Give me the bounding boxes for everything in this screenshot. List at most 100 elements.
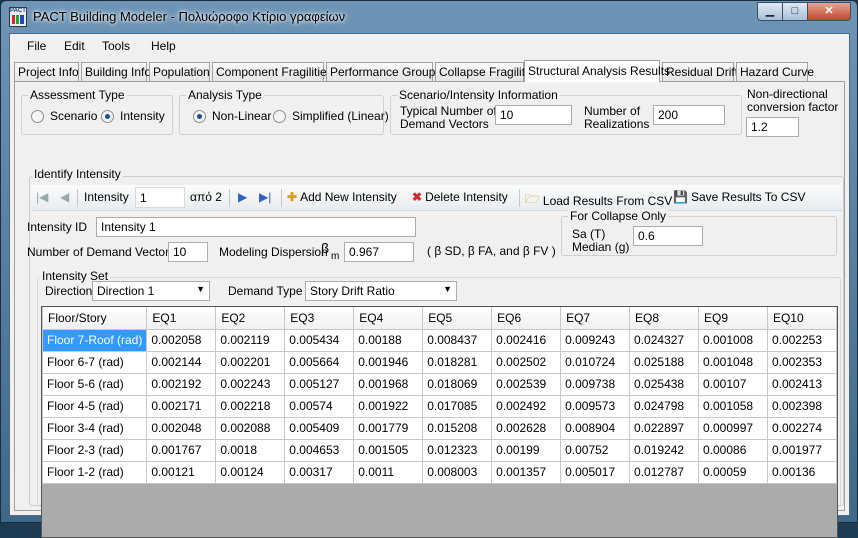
table-cell[interactable]: 0.001946	[353, 350, 424, 374]
table-cell[interactable]: 0.002088	[215, 416, 286, 440]
table-row[interactable]: Floor 3-4 (rad) 0.002048 0.002088 0.005409 0…	[42, 416, 837, 440]
table-cell[interactable]: 0.002253	[766, 328, 837, 352]
table-cell[interactable]: 0.002144	[146, 350, 217, 374]
realizations-input[interactable]	[653, 105, 725, 125]
collapse-median-input[interactable]	[633, 226, 703, 246]
table-cell[interactable]: 0.00059	[698, 460, 768, 484]
title-bar[interactable]: PACT PACT Building Modeler - Πολυώροφο Κ…	[1, 1, 857, 33]
tab-project-info[interactable]: Project Info	[14, 62, 79, 81]
table-cell[interactable]: 0.001779	[353, 416, 424, 440]
table-cell[interactable]: 0.012323	[422, 438, 493, 462]
table-cell[interactable]: 0.00752	[560, 438, 631, 462]
tab-residual-drift[interactable]: Residual Drift	[662, 62, 738, 81]
table-cell[interactable]: 0.002502	[491, 350, 562, 374]
column-header[interactable]: EQ5	[422, 307, 493, 330]
table-cell[interactable]: 0.008904	[560, 416, 631, 440]
tab-collapse-fragility[interactable]: Collapse Fragility	[435, 62, 531, 81]
table-cell[interactable]: 0.017085	[422, 394, 493, 418]
row-header-cell[interactable]: Floor 6-7 (rad)	[42, 350, 148, 374]
row-header-cell[interactable]: Floor 2-3 (rad)	[42, 438, 148, 462]
table-cell[interactable]: 0.0011	[353, 460, 424, 484]
table-cell[interactable]: 0.002628	[491, 416, 562, 440]
table-cell[interactable]: 0.002274	[766, 416, 837, 440]
add-intensity-button[interactable]: ✚ Add New Intensity	[287, 190, 397, 204]
table-cell[interactable]: 0.019242	[629, 438, 699, 462]
nondirectional-factor-input[interactable]	[746, 117, 799, 137]
table-cell[interactable]: 0.009243	[560, 328, 631, 352]
table-cell[interactable]: 0.002413	[766, 372, 837, 396]
row-header-cell[interactable]: Floor 3-4 (rad)	[42, 416, 148, 440]
demand-grid[interactable]: Floor/Story EQ1 EQ2 EQ3 EQ4 EQ5 EQ6 EQ7 …	[41, 306, 838, 538]
table-cell[interactable]: 0.009738	[560, 372, 631, 396]
table-cell[interactable]: 0.002048	[146, 416, 217, 440]
menu-tools[interactable]: Tools	[102, 39, 130, 53]
table-cell[interactable]: 0.002492	[491, 394, 562, 418]
table-cell[interactable]: 0.005409	[284, 416, 355, 440]
num-demand-vectors-input[interactable]	[168, 242, 208, 262]
menu-edit[interactable]: Edit	[64, 39, 85, 53]
table-cell[interactable]: 0.009573	[560, 394, 631, 418]
tab-performance-groups[interactable]: Performance Groups	[326, 62, 441, 81]
table-cell[interactable]: 0.002398	[766, 394, 837, 418]
row-header-cell[interactable]: Floor 7-Roof (rad)	[42, 328, 148, 352]
column-header[interactable]: Floor/Story	[42, 307, 148, 330]
minimize-button[interactable]: ▁	[757, 2, 783, 21]
table-cell[interactable]: 0.002192	[146, 372, 217, 396]
table-row[interactable]: Floor 1-2 (rad) 0.00121 0.00124 0.00317 0.00…	[42, 460, 837, 484]
table-cell[interactable]: 0.005127	[284, 372, 355, 396]
table-cell[interactable]: 0.008437	[422, 328, 493, 352]
table-cell[interactable]: 0.00107	[698, 372, 768, 396]
table-cell[interactable]: 0.025188	[629, 350, 699, 374]
load-csv-button[interactable]: 🗁 Load Results From CSV	[525, 190, 672, 211]
table-row[interactable]: Floor 2-3 (rad) 0.001767 0.0018 0.004653 0.0…	[42, 438, 837, 462]
table-cell[interactable]: 0.018069	[422, 372, 493, 396]
first-record-button[interactable]: |◀	[36, 190, 48, 204]
column-header[interactable]: EQ6	[491, 307, 562, 330]
column-header[interactable]: EQ1	[146, 307, 217, 330]
table-cell[interactable]: 0.024798	[629, 394, 699, 418]
row-header-cell[interactable]: Floor 5-6 (rad)	[42, 372, 148, 396]
current-intensity-input[interactable]	[135, 187, 185, 208]
table-cell[interactable]: 0.001048	[698, 350, 768, 374]
table-cell[interactable]: 0.00136	[766, 460, 837, 484]
column-header[interactable]: EQ2	[215, 307, 286, 330]
tab-component-fragilities[interactable]: Component Fragilities	[212, 62, 333, 81]
table-cell[interactable]: 0.002416	[491, 328, 562, 352]
table-cell[interactable]: 0.010724	[560, 350, 631, 374]
table-cell[interactable]: 0.004653	[284, 438, 355, 462]
table-cell[interactable]: 0.024327	[629, 328, 699, 352]
table-cell[interactable]: 0.012787	[629, 460, 699, 484]
table-cell[interactable]: 0.022897	[629, 416, 699, 440]
table-cell[interactable]: 0.0018	[215, 438, 286, 462]
close-button[interactable]: ✕	[807, 2, 851, 21]
radio-non-linear[interactable]: Non-Linear	[193, 109, 271, 123]
table-cell[interactable]: 0.015208	[422, 416, 493, 440]
tab-population[interactable]: Population	[149, 62, 210, 81]
menu-help[interactable]: Help	[151, 39, 176, 53]
table-cell[interactable]: 0.00124	[215, 460, 286, 484]
tab-structural-analysis-results[interactable]: Structural Analysis Results	[524, 60, 670, 82]
typical-demand-vectors-input[interactable]	[495, 105, 572, 125]
table-cell[interactable]: 0.00121	[146, 460, 217, 484]
table-cell[interactable]: 0.00086	[698, 438, 768, 462]
previous-record-button[interactable]: ◀	[60, 190, 69, 204]
table-cell[interactable]: 0.00574	[284, 394, 355, 418]
table-cell[interactable]: 0.001357	[491, 460, 562, 484]
table-cell[interactable]: 0.002218	[215, 394, 286, 418]
table-cell[interactable]: 0.00188	[353, 328, 424, 352]
row-header-cell[interactable]: Floor 1-2 (rad)	[42, 460, 148, 484]
next-record-button[interactable]: ▶	[238, 190, 247, 204]
save-csv-button[interactable]: 💾 Save Results To CSV	[673, 190, 805, 204]
tab-hazard-curve[interactable]: Hazard Curve	[736, 62, 814, 81]
table-cell[interactable]: 0.000997	[698, 416, 768, 440]
table-cell[interactable]: 0.00199	[491, 438, 562, 462]
table-cell[interactable]: 0.002243	[215, 372, 286, 396]
table-cell[interactable]: 0.002171	[146, 394, 217, 418]
column-header[interactable]: EQ9	[698, 307, 768, 330]
menu-file[interactable]: File	[27, 39, 46, 53]
demand-type-select[interactable]: Story Drift Ratio ▼	[305, 281, 457, 301]
table-cell[interactable]: 0.002353	[766, 350, 837, 374]
radio-simplified[interactable]: Simplified (Linear)	[273, 109, 389, 123]
column-header[interactable]: EQ7	[560, 307, 631, 330]
table-cell[interactable]: 0.00317	[284, 460, 355, 484]
